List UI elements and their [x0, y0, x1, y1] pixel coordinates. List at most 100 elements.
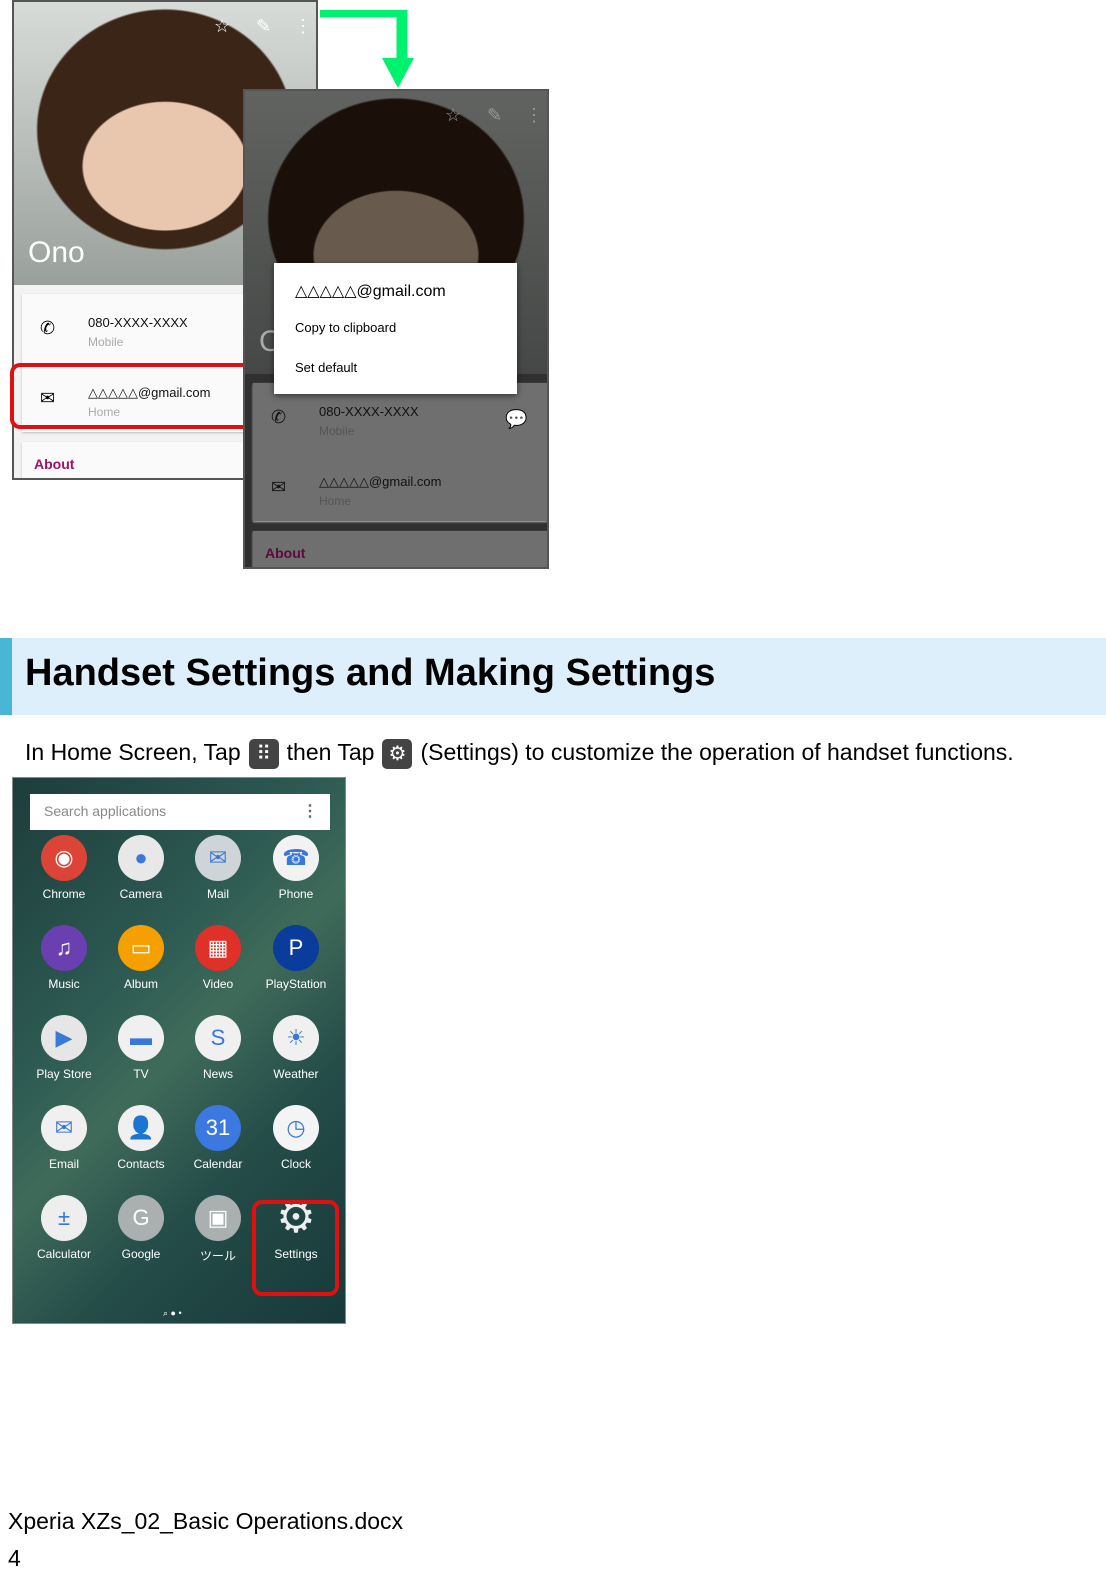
- accent-bar: [0, 638, 12, 715]
- app-label: Contacts: [117, 1157, 165, 1171]
- mail-icon: ✉: [195, 835, 241, 881]
- phone-type: Mobile: [88, 335, 124, 349]
- arrow-icon: [320, 10, 414, 88]
- google-icon: G: [118, 1195, 164, 1241]
- search-placeholder: Search applications: [44, 803, 167, 819]
- app-google[interactable]: G Google: [102, 1195, 180, 1275]
- app-phone[interactable]: ☎ Phone: [257, 835, 335, 915]
- app-calendar[interactable]: 31 Calendar: [179, 1105, 257, 1185]
- tv-icon: ▬: [118, 1015, 164, 1061]
- app-label: Camera: [119, 887, 163, 901]
- text-part: then Tap: [286, 739, 375, 766]
- app-tv[interactable]: ▬ TV: [102, 1015, 180, 1095]
- app-weather[interactable]: ☀ Weather: [257, 1015, 335, 1095]
- app-label: Video: [202, 977, 234, 991]
- chrome-icon: ◉: [41, 835, 87, 881]
- app-news[interactable]: S News: [179, 1015, 257, 1095]
- settings-highlight: [252, 1200, 339, 1296]
- app-label: Clock: [280, 1157, 311, 1171]
- app-label: Email: [48, 1157, 79, 1171]
- star-icon[interactable]: ☆: [214, 16, 230, 37]
- contacts-icon: 👤: [118, 1105, 164, 1151]
- weather-icon: ☀: [273, 1015, 319, 1061]
- clock-icon: ◷: [273, 1105, 319, 1151]
- menu-item-copy[interactable]: Copy to clipboard: [295, 320, 396, 335]
- app-calculator[interactable]: ± Calculator: [25, 1195, 103, 1275]
- phone-icon: ✆: [271, 407, 287, 427]
- app-label: PlayStation: [265, 977, 327, 991]
- more-icon[interactable]: ⋮: [302, 801, 318, 821]
- section-heading: Handset Settings and Making Settings: [0, 638, 1106, 715]
- more-icon[interactable]: ⋮: [294, 16, 312, 37]
- text-part: In Home Screen, Tap: [25, 739, 241, 766]
- app-label: Google: [121, 1247, 161, 1261]
- phone-number[interactable]: 080-XXXX-XXXX: [319, 404, 419, 419]
- star-icon[interactable]: ☆: [445, 105, 461, 126]
- app-play-store[interactable]: ▶ Play Store: [25, 1015, 103, 1095]
- about-card: About: [253, 531, 547, 567]
- footer-filename: Xperia XZs_02_Basic Operations.docx: [8, 1508, 404, 1534]
- text-part: (Settings) to customize the operation of…: [420, 739, 1014, 766]
- phone-type: Mobile: [319, 424, 355, 438]
- about-label: About: [265, 545, 306, 561]
- email-icon: ✉: [41, 1105, 87, 1151]
- contact-details-card: ✆ 080-XXXX-XXXX Mobile 💬 ✉ △△△△△@gmail.c…: [253, 383, 547, 521]
- app-mail[interactable]: ✉ Mail: [179, 835, 257, 915]
- phone-icon: ☎: [273, 835, 319, 881]
- edit-icon[interactable]: ✎: [256, 16, 271, 37]
- app-label: Play Store: [36, 1067, 92, 1081]
- playstation-icon: P: [273, 925, 319, 971]
- popup-title: △△△△△@gmail.com: [295, 283, 446, 300]
- app-chrome[interactable]: ◉ Chrome: [25, 835, 103, 915]
- app-label: News: [202, 1067, 233, 1081]
- app-camera[interactable]: ● Camera: [102, 835, 180, 915]
- app-label: TV: [133, 1067, 149, 1081]
- news-icon: S: [195, 1015, 241, 1061]
- app-label: Weather: [273, 1067, 319, 1081]
- music-icon: ♫: [41, 925, 87, 971]
- search-applications-bar[interactable]: Search applications ⋮: [30, 794, 330, 830]
- app-video[interactable]: ▦ Video: [179, 925, 257, 1005]
- page-indicator[interactable]: ⌕ ● •: [163, 1308, 182, 1319]
- email-highlight: [10, 363, 264, 429]
- app-ツール[interactable]: ▣ ツール: [179, 1195, 257, 1275]
- contact-name: Ono: [28, 236, 85, 269]
- app-album[interactable]: ▭ Album: [102, 925, 180, 1005]
- calculator-icon: ±: [41, 1195, 87, 1241]
- app-contacts[interactable]: 👤 Contacts: [102, 1105, 180, 1185]
- app-label: Music: [48, 977, 80, 991]
- calendar-icon: 31: [195, 1105, 241, 1151]
- mail-icon: ✉: [271, 477, 287, 497]
- app-label: Album: [123, 977, 158, 991]
- app-label: Calculator: [36, 1247, 92, 1261]
- menu-item-set-default[interactable]: Set default: [295, 360, 357, 375]
- phone-icon: ✆: [40, 318, 56, 338]
- app-playstation[interactable]: P PlayStation: [257, 925, 335, 1005]
- section-title: Handset Settings and Making Settings: [25, 652, 716, 694]
- app-label: Phone: [278, 887, 314, 901]
- play-store-icon: ▶: [41, 1015, 87, 1061]
- app-label: Mail: [206, 887, 229, 901]
- app-music[interactable]: ♫ Music: [25, 925, 103, 1005]
- page-number: 4: [8, 1545, 21, 1571]
- album-icon: ▭: [118, 925, 164, 971]
- app-email[interactable]: ✉ Email: [25, 1105, 103, 1185]
- email-type: Home: [319, 494, 352, 508]
- ツール-icon: ▣: [195, 1195, 241, 1241]
- phone-number[interactable]: 080-XXXX-XXXX: [88, 315, 188, 330]
- app-label: Calendar: [193, 1157, 243, 1171]
- more-icon[interactable]: ⋮: [525, 105, 543, 126]
- app-label: Chrome: [42, 887, 86, 901]
- camera-icon: ●: [118, 835, 164, 881]
- email-context-menu: △△△△△@gmail.com Copy to clipboard Set de…: [274, 263, 517, 394]
- message-icon[interactable]: 💬: [505, 409, 527, 430]
- about-label: About: [34, 456, 75, 472]
- edit-icon[interactable]: ✎: [487, 105, 502, 126]
- app-label: ツール: [199, 1249, 236, 1263]
- settings-icon: ⚙: [382, 739, 413, 769]
- video-icon: ▦: [195, 925, 241, 971]
- app-clock[interactable]: ◷ Clock: [257, 1105, 335, 1185]
- email-address[interactable]: △△△△△@gmail.com: [319, 474, 441, 490]
- instruction-text: In Home Screen, Tap ⠿ then Tap ⚙ (Settings) …: [25, 739, 1014, 769]
- apps-icon: ⠿: [248, 739, 279, 769]
